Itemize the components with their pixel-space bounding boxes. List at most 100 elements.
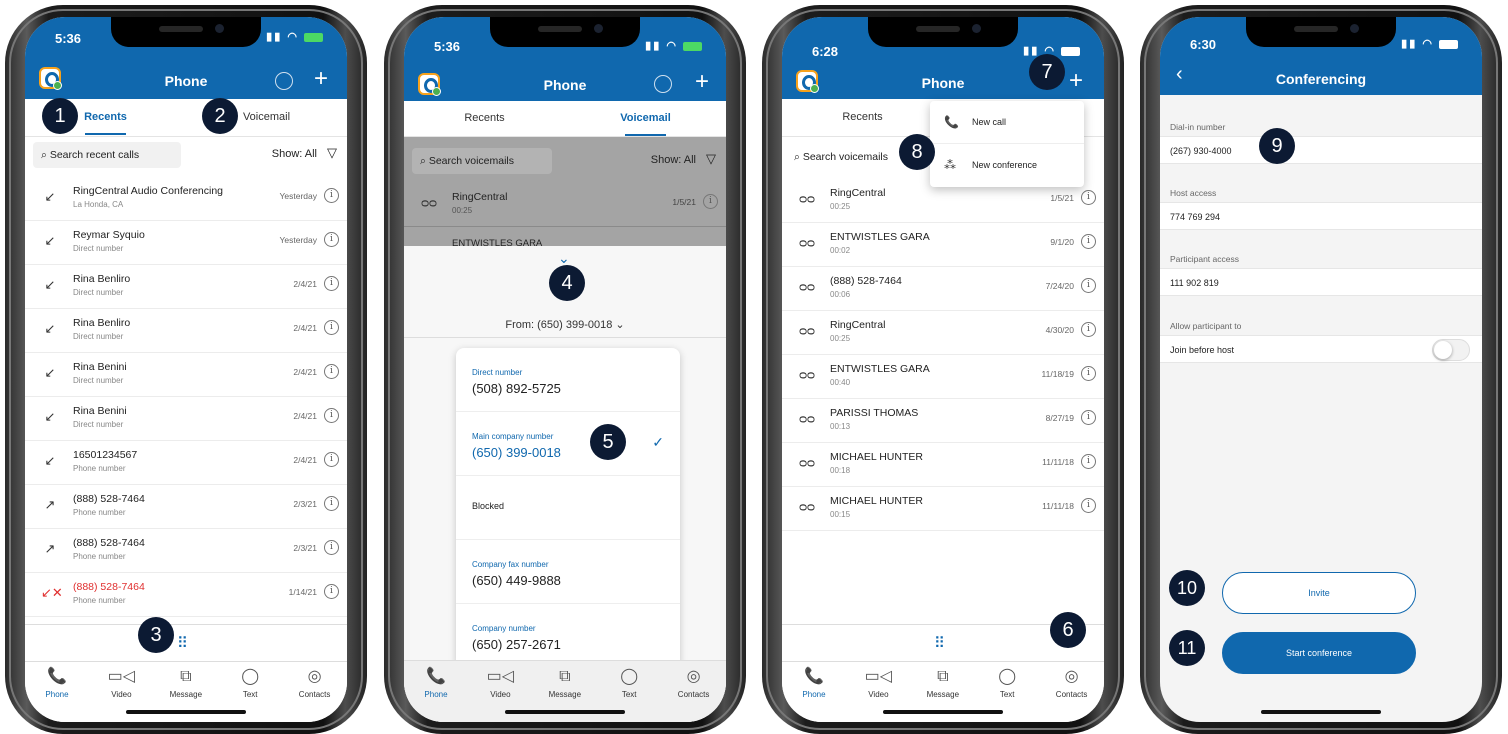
row-date: 4/30/20 — [1045, 325, 1074, 335]
recent-call-row[interactable]: ↙ RingCentral Audio Conferencing La Honda,… — [25, 177, 347, 221]
dialpad-icon[interactable]: ⠿ — [177, 634, 188, 652]
plus-icon[interactable]: + — [695, 70, 709, 94]
info-icon[interactable]: i — [324, 496, 339, 511]
participant-access-code[interactable]: 111 902 819 — [1160, 268, 1482, 296]
voicemail-row[interactable]: ᴑᴑ RingCentral 00:25 4/30/20 i — [782, 311, 1104, 355]
recent-call-row[interactable]: ↙ Rina Benini Direct number 2/4/21 i — [25, 397, 347, 441]
start-conference-button[interactable]: Start conference — [1222, 632, 1416, 674]
status-time: 5:36 — [434, 39, 461, 54]
nav-video[interactable]: ▭◁ Video — [468, 667, 532, 699]
filter-icon[interactable]: ▽ — [706, 151, 716, 167]
menu-new-call[interactable]: 📞 New call — [930, 101, 1084, 144]
option-main-company-number[interactable]: Main company number (650) 399-0018 ✓ — [456, 412, 680, 476]
recent-call-row[interactable]: ↗ (888) 528-7464 Phone number 2/3/21 i — [25, 529, 347, 573]
recent-call-row[interactable]: ↙ Reymar Syquio Direct number Yesterday i — [25, 221, 347, 265]
info-icon[interactable]: i — [703, 194, 718, 209]
nav-text[interactable]: ◯ Text — [975, 667, 1039, 699]
nav-video[interactable]: ▭◁ Video — [846, 667, 910, 699]
row-date: 2/4/21 — [293, 323, 317, 333]
info-icon[interactable]: i — [324, 584, 339, 599]
nav-contacts[interactable]: ◎ Contacts — [283, 667, 347, 699]
info-icon[interactable]: i — [1081, 410, 1096, 425]
tab-recents[interactable]: Recents — [404, 103, 565, 133]
row-subtitle: Phone number — [73, 508, 126, 517]
info-icon[interactable]: i — [324, 540, 339, 555]
option-company-fax-number[interactable]: Company fax number (650) 449-9888 — [456, 540, 680, 604]
plus-icon[interactable]: + — [1069, 69, 1083, 93]
recent-call-row[interactable]: ↙ Rina Benliro Direct number 2/4/21 i — [25, 309, 347, 353]
voicemail-icon: ᴑᴑ — [421, 195, 437, 210]
nav-message[interactable]: ⧉ Message — [154, 667, 218, 699]
callout-badge: 8 — [899, 134, 935, 170]
tab-voicemail[interactable]: Voicemail — [565, 103, 726, 136]
status-icons: ▮▮ ◠ — [266, 30, 323, 43]
option-direct-number[interactable]: Direct number (508) 892-5725 — [456, 348, 680, 412]
plus-icon[interactable]: + — [314, 67, 328, 91]
filter-icon[interactable]: ▽ — [327, 145, 337, 161]
recent-call-row[interactable]: ↙ Rina Benliro Direct number 2/4/21 i — [25, 265, 347, 309]
voicemail-row[interactable]: ᴑᴑ (888) 528-7464 00:06 7/24/20 i — [782, 267, 1104, 311]
nav-message[interactable]: ⧉ Message — [533, 667, 597, 699]
row-date: Yesterday — [279, 235, 318, 245]
info-icon[interactable]: i — [324, 364, 339, 379]
show-filter[interactable]: Show: All — [651, 154, 696, 166]
row-duration: 00:18 — [830, 466, 851, 475]
menu-new-conference[interactable]: ⁂ New conference — [930, 144, 1084, 187]
info-icon[interactable]: i — [1081, 454, 1096, 469]
screen-voicemail-from: 5:36 ▮▮ ◠ Phone + Recents Voicemail ⌕ Se… — [404, 17, 726, 722]
info-icon[interactable]: i — [1081, 498, 1096, 513]
host-access-code[interactable]: 774 769 294 — [1160, 202, 1482, 230]
search-input[interactable]: ⌕ Search voicemails — [412, 148, 552, 174]
info-icon[interactable]: i — [324, 408, 339, 423]
join-before-host-toggle[interactable] — [1432, 339, 1470, 361]
nav-phone[interactable]: 📞 Phone — [404, 667, 468, 699]
dial-in-number[interactable]: (267) 930-4000 — [1160, 136, 1482, 164]
info-icon[interactable]: i — [324, 320, 339, 335]
nav-text[interactable]: ◯ Text — [597, 667, 661, 699]
incoming-call-icon: ↙ — [44, 321, 56, 336]
video-icon: ▭◁ — [486, 668, 515, 685]
voicemail-row[interactable]: ᴑᴑ MICHAEL HUNTER 00:15 11/11/18 i — [782, 487, 1104, 531]
voicemail-row[interactable]: ᴑᴑ PARISSI THOMAS 00:13 8/27/19 i — [782, 399, 1104, 443]
video-icon: ▭◁ — [107, 668, 136, 685]
info-icon[interactable]: i — [324, 276, 339, 291]
profile-icon[interactable] — [275, 72, 293, 90]
info-icon[interactable]: i — [1081, 190, 1096, 205]
status-icons: ▮▮ ◠ — [645, 39, 702, 52]
info-icon[interactable]: i — [1081, 322, 1096, 337]
search-input[interactable]: ⌕ Search recent calls — [33, 142, 181, 168]
tab-recents[interactable]: Recents — [782, 102, 943, 132]
nav-contacts[interactable]: ◎ Contacts — [662, 667, 726, 699]
voicemail-row[interactable]: ᴑᴑ ENTWISTLES GARA 00:02 9/1/20 i — [782, 223, 1104, 267]
status-time: 5:36 — [55, 31, 82, 46]
info-icon[interactable]: i — [1081, 278, 1096, 293]
nav-message[interactable]: ⧉ Message — [911, 667, 975, 699]
row-date: 8/27/19 — [1045, 413, 1074, 423]
dialpad-icon[interactable]: ⠿ — [934, 634, 945, 652]
info-icon[interactable]: i — [324, 232, 339, 247]
recent-call-row[interactable]: ↙✕ (888) 528-7464 Phone number 1/14/21 i — [25, 573, 347, 617]
info-icon[interactable]: i — [1081, 234, 1096, 249]
recent-call-row[interactable]: ↙ 16501234567 Phone number 2/4/21 i — [25, 441, 347, 485]
row-date: 2/4/21 — [293, 455, 317, 465]
nav-video[interactable]: ▭◁ Video — [89, 667, 153, 699]
option-blocked[interactable]: Blocked — [456, 476, 680, 540]
voicemail-row[interactable]: ᴑᴑ MICHAEL HUNTER 00:18 11/11/18 i — [782, 443, 1104, 487]
nav-contacts[interactable]: ◎ Contacts — [1040, 667, 1104, 699]
notch — [111, 17, 261, 47]
voicemail-row[interactable]: ᴑᴑ RingCentral 00:25 1/5/21 i — [404, 183, 726, 227]
option-company-number[interactable]: Company number (650) 257-2671 — [456, 604, 680, 668]
nav-phone[interactable]: 📞 Phone — [25, 667, 89, 699]
recent-call-row[interactable]: ↗ (888) 528-7464 Phone number 2/3/21 i — [25, 485, 347, 529]
voicemail-row[interactable]: ᴑᴑ ENTWISTLES GARA 00:40 11/18/19 i — [782, 355, 1104, 399]
show-filter[interactable]: Show: All — [272, 148, 317, 160]
nav-phone[interactable]: 📞 Phone — [782, 667, 846, 699]
profile-icon[interactable] — [654, 75, 672, 93]
info-icon[interactable]: i — [324, 452, 339, 467]
recent-call-row[interactable]: ↙ Rina Benini Direct number 2/4/21 i — [25, 353, 347, 397]
from-selector[interactable]: From: (650) 399-0018 ⌄ — [404, 318, 726, 331]
info-icon[interactable]: i — [1081, 366, 1096, 381]
invite-button[interactable]: Invite — [1222, 572, 1416, 614]
info-icon[interactable]: i — [324, 188, 339, 203]
nav-text[interactable]: ◯ Text — [218, 667, 282, 699]
